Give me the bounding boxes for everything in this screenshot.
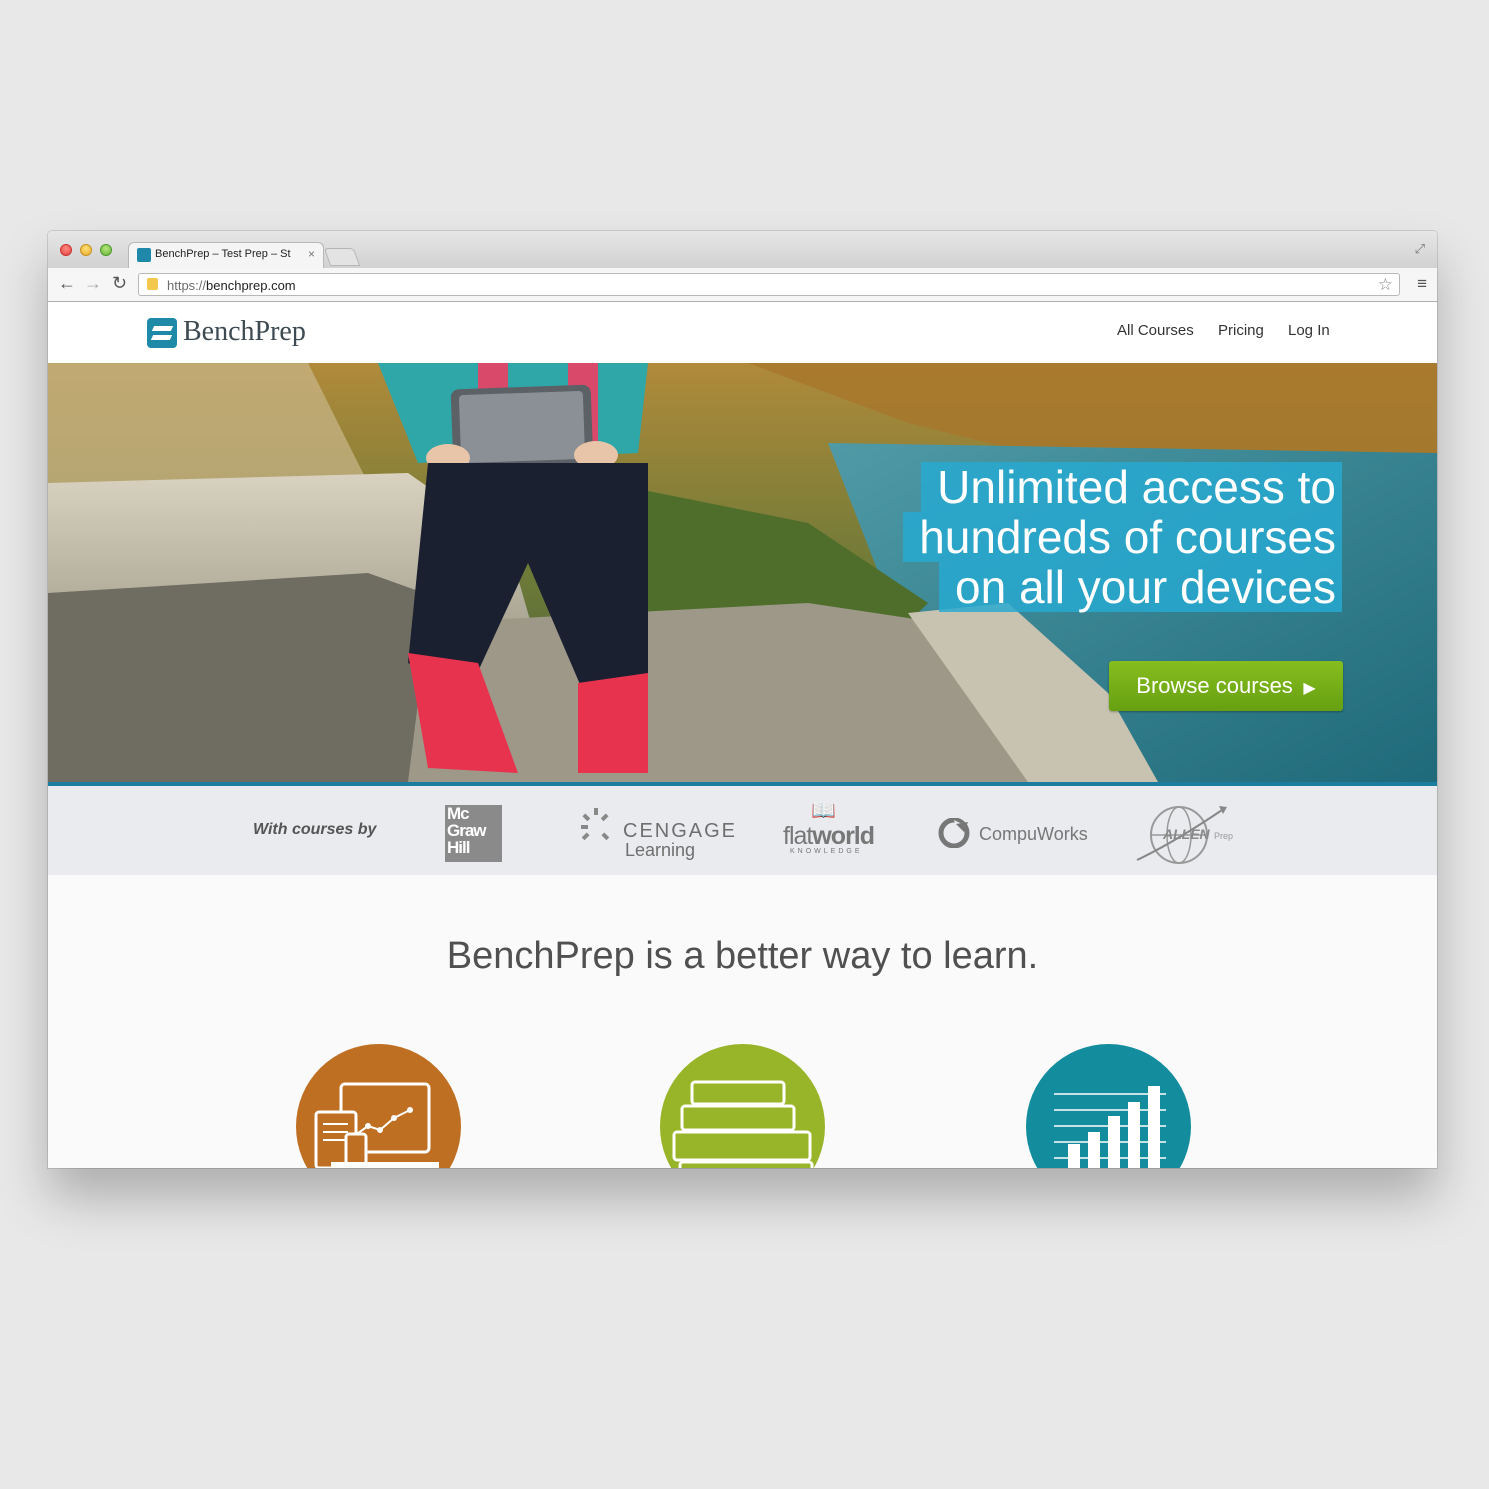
mcgraw-line-3: Hill <box>447 838 470 857</box>
library-feature-circle <box>660 1044 825 1168</box>
menu-icon[interactable]: ≡ <box>1417 274 1427 294</box>
headline-line-3: on all your devices <box>939 562 1342 612</box>
tab-bar: BenchPrep – Test Prep – St × ⤢ <box>48 231 1437 268</box>
mcgraw-line-1: Mc <box>447 804 470 823</box>
triangle-right-icon: ▶ <box>1298 680 1316 697</box>
browser-window: BenchPrep – Test Prep – St × ⤢ ← → ↻ htt… <box>48 231 1437 1168</box>
book-icon: 📖 <box>811 800 836 822</box>
url-host: benchprep.com <box>206 278 296 293</box>
nav-log-in[interactable]: Log In <box>1288 322 1330 339</box>
headline-line-2: hundreds of courses <box>903 512 1342 562</box>
bar-chart-icon <box>1054 1086 1166 1168</box>
reload-icon[interactable]: ↻ <box>112 273 127 294</box>
zoom-window-button[interactable] <box>100 244 112 256</box>
browser-tab[interactable]: BenchPrep – Test Prep – St × <box>128 242 324 268</box>
tab-close-icon[interactable]: × <box>308 247 315 261</box>
cengage-learning-text: Learning <box>625 840 696 860</box>
web-page: BenchPrep All Courses Pricing Log In Unl… <box>48 302 1437 1168</box>
progress-feature-circle <box>1026 1044 1191 1168</box>
forward-icon[interactable]: → <box>84 273 102 294</box>
url-scheme: https:// <box>167 278 207 293</box>
cengage-logo-icon <box>581 808 610 841</box>
mcgraw-line-2: Graw <box>447 821 487 840</box>
new-tab-button[interactable] <box>323 248 361 266</box>
partners-label: With courses by <box>253 821 377 838</box>
compuworks-text: CompuWorks <box>979 824 1088 844</box>
back-icon[interactable]: ← <box>58 273 76 294</box>
hero-headline: Unlimited access to hundreds of courses … <box>903 462 1342 612</box>
features-tagline: BenchPrep is a better way to learn. <box>446 935 1039 977</box>
nav-all-courses[interactable]: All Courses <box>1117 322 1194 339</box>
allen-text: ALLEN <box>1162 826 1211 842</box>
devices-icon <box>314 1082 439 1168</box>
favicon-icon <box>137 248 151 262</box>
fullscreen-icon[interactable]: ⤢ <box>1415 241 1425 257</box>
url-text[interactable]: https://benchprep.com <box>167 278 296 293</box>
allen-sub: Prep <box>1214 831 1233 841</box>
flatworld-light: flat <box>783 822 813 850</box>
headline-line-1: Unlimited access to <box>921 462 1342 512</box>
minimize-window-button[interactable] <box>80 244 92 256</box>
tab-title: BenchPrep – Test Prep – St <box>155 248 291 260</box>
browse-courses-label: Browse courses <box>1136 673 1293 698</box>
devices-feature-circle <box>296 1044 461 1168</box>
site-header: BenchPrep All Courses Pricing Log In <box>48 302 1437 363</box>
partners-strip: With courses by Mc Graw Hill CENGAGE Lea… <box>48 786 1437 875</box>
logo-text[interactable]: BenchPrep <box>183 316 306 348</box>
allen-prep-logo: ALLEN Prep <box>1136 806 1233 864</box>
benchprep-logo-icon[interactable] <box>147 318 177 348</box>
lock-icon <box>147 278 158 290</box>
mcgraw-hill-logo: Mc Graw Hill <box>445 805 502 862</box>
close-window-button[interactable] <box>60 244 72 256</box>
browser-toolbar: ← → ↻ https://benchprep.com ☆ ≡ <box>48 268 1437 302</box>
flatworld-bold: world <box>812 822 875 850</box>
books-icon <box>672 1080 814 1168</box>
compuworks-logo-icon <box>938 818 970 848</box>
flatworld-logo: flatworld <box>783 822 875 851</box>
browse-courses-button[interactable]: Browse courses ▶ <box>1109 661 1343 711</box>
flatworld-sub: KNOWLEDGE <box>790 848 863 855</box>
nav-pricing[interactable]: Pricing <box>1218 322 1264 339</box>
star-icon[interactable]: ☆ <box>1378 275 1393 295</box>
address-bar[interactable]: https://benchprep.com ☆ <box>138 273 1400 296</box>
hero-banner: Unlimited access to hundreds of courses … <box>48 363 1437 782</box>
